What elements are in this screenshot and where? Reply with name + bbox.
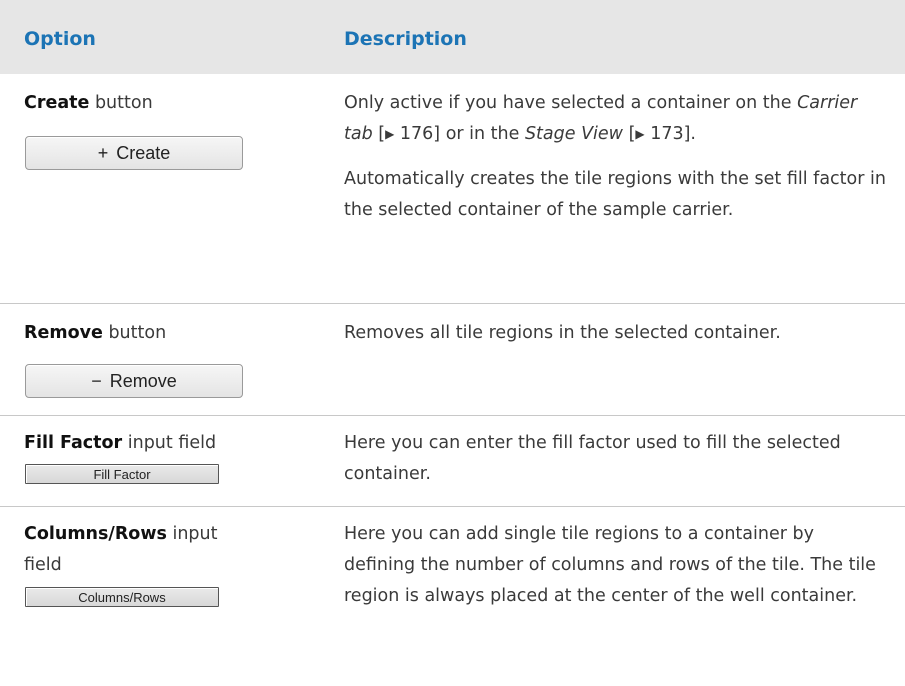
description-cell: Here you can enter the fill factor used … xyxy=(344,428,889,490)
option-cell: Create button + Create xyxy=(24,88,324,170)
option-label: Remove button xyxy=(24,323,167,343)
header-option: Option xyxy=(24,28,96,50)
table-header: Option Description xyxy=(0,0,905,74)
description-cell: Removes all tile regions in the selected… xyxy=(344,318,889,349)
option-label: Fill Factor input field xyxy=(24,433,217,453)
description-text: Here you can add single tile regions to … xyxy=(344,524,876,606)
description-cell: Here you can add single tile regions to … xyxy=(344,519,889,612)
options-table: Option Description Create button + Creat… xyxy=(0,0,905,607)
description-cell: Only active if you have selected a conta… xyxy=(344,88,889,226)
option-cell: Columns/Rows input field Columns/Rows xyxy=(24,519,324,607)
table-row-columns-rows: Columns/Rows input field Columns/Rows He… xyxy=(0,507,905,686)
remove-button-label: Remove xyxy=(109,370,177,391)
description-text: Only active if you have selected a conta… xyxy=(344,93,858,144)
columns-rows-field[interactable]: Columns/Rows xyxy=(25,587,219,607)
page-ref-arrow-icon: ▶ xyxy=(385,127,395,141)
stage-view-link[interactable]: Stage View xyxy=(525,124,623,144)
plus-icon: + xyxy=(97,142,109,163)
page-ref-arrow-icon: ▶ xyxy=(635,127,645,141)
description-text: Removes all tile regions in the selected… xyxy=(344,323,781,343)
remove-button[interactable]: − Remove xyxy=(25,364,243,398)
minus-icon: − xyxy=(91,370,102,391)
option-cell: Remove button − Remove xyxy=(24,318,324,398)
option-label: Columns/Rows input xyxy=(24,524,218,544)
table-row-create: Create button + Create Only active if yo… xyxy=(0,74,905,304)
option-label-continued: field xyxy=(24,555,62,575)
table-row-remove: Remove button − Remove Removes all tile … xyxy=(0,304,905,416)
create-button-label: Create xyxy=(116,142,171,163)
table-row-fill-factor: Fill Factor input field Fill Factor Here… xyxy=(0,416,905,507)
description-text: Here you can enter the fill factor used … xyxy=(344,433,841,484)
create-button[interactable]: + Create xyxy=(25,136,243,170)
option-label: Create button xyxy=(24,93,153,113)
description-text: Automatically creates the tile regions w… xyxy=(344,169,886,220)
option-cell: Fill Factor input field Fill Factor xyxy=(24,428,324,484)
header-description: Description xyxy=(344,28,467,50)
fill-factor-field[interactable]: Fill Factor xyxy=(25,464,219,484)
